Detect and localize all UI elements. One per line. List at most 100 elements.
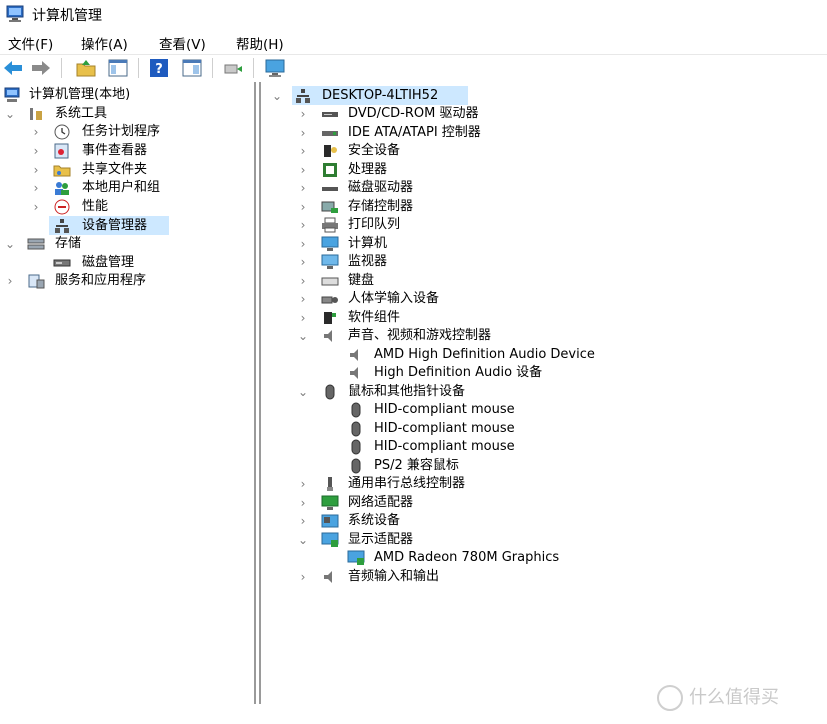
watermark-text: 什么值得买	[689, 687, 779, 708]
category-label: 键盘	[348, 273, 375, 288]
scan-hardware-icon[interactable]	[222, 57, 244, 79]
chevron-down-icon[interactable]: ⌄	[4, 235, 16, 253]
chevron-down-icon[interactable]: ⌄	[297, 531, 309, 549]
tree-device-manager-label: 设备管理器	[82, 218, 148, 233]
chevron-right-icon[interactable]: ›	[297, 272, 309, 290]
device-tree: ⌄ DESKTOP-4LTIH52 › DVD/CD-ROM 驱动器 › IDE…	[259, 82, 827, 704]
users-icon	[55, 182, 69, 195]
watermark-logo-icon	[657, 685, 683, 711]
device-item-label: HID-compliant mouse	[374, 402, 515, 417]
menu-view[interactable]: 查看(V)	[159, 33, 206, 53]
event-viewer-icon	[54, 143, 69, 159]
mouse-icon	[351, 439, 361, 455]
chevron-right-icon[interactable]: ›	[297, 494, 309, 512]
toolbar-separator	[61, 58, 62, 78]
device-item-label: PS/2 兼容鼠标	[374, 458, 459, 473]
chevron-right-icon[interactable]: ›	[297, 105, 309, 123]
ide-controller-icon	[322, 131, 338, 136]
chevron-right-icon[interactable]: ›	[297, 235, 309, 253]
chevron-right-icon[interactable]: ›	[297, 512, 309, 530]
help-icon[interactable]: ?	[148, 57, 170, 79]
category-label: 网络适配器	[348, 495, 414, 510]
category-label: 安全设备	[348, 143, 401, 158]
storage-icon	[27, 238, 45, 250]
dvd-drive-icon	[322, 112, 338, 117]
chevron-right-icon[interactable]: ›	[30, 142, 42, 160]
chevron-right-icon[interactable]: ›	[30, 123, 42, 141]
chevron-right-icon[interactable]: ›	[297, 290, 309, 308]
hid-icon	[321, 296, 338, 304]
category-label: 音频输入和输出	[348, 569, 440, 584]
chevron-right-icon[interactable]: ›	[297, 568, 309, 586]
chevron-right-icon[interactable]: ›	[297, 216, 309, 234]
device-item-label: HID-compliant mouse	[374, 439, 515, 454]
chevron-down-icon[interactable]: ⌄	[4, 105, 16, 123]
back-arrow-icon[interactable]	[2, 57, 24, 79]
security-device-icon	[324, 145, 337, 157]
tree-local-users-label: 本地用户和组	[82, 180, 161, 195]
services-icon	[28, 274, 45, 289]
tree-services-apps-label: 服务和应用程序	[55, 273, 147, 288]
category-label: 声音、视频和游戏控制器	[348, 328, 492, 343]
computer-icon	[321, 236, 339, 251]
speaker-icon	[350, 349, 358, 361]
device-item-label: HID-compliant mouse	[374, 421, 515, 436]
computer-management-icon	[6, 5, 24, 22]
device-item-label: High Definition Audio 设备	[374, 365, 543, 380]
up-folder-icon[interactable]	[75, 57, 97, 79]
tree-event-viewer-label: 事件查看器	[82, 143, 148, 158]
network-adapter-icon	[321, 495, 339, 510]
device-item-label: AMD High Definition Audio Device	[374, 347, 595, 362]
chevron-right-icon[interactable]: ›	[297, 124, 309, 142]
monitor-icon[interactable]	[264, 57, 286, 79]
chevron-right-icon[interactable]: ›	[30, 198, 42, 216]
tree-shared-folders-label: 共享文件夹	[82, 162, 148, 177]
chevron-down-icon[interactable]: ⌄	[297, 383, 309, 401]
computer-management-icon	[4, 87, 20, 102]
category-label: 处理器	[348, 162, 388, 177]
tree-task-scheduler-label: 任务计划程序	[82, 124, 161, 139]
speaker-icon	[350, 367, 358, 379]
category-label: 计算机	[348, 236, 388, 251]
keyboard-icon	[321, 277, 339, 286]
category-label: 打印队列	[348, 217, 401, 232]
watermark: 什么值得买	[657, 683, 779, 711]
toolbar: ?	[0, 54, 827, 82]
system-device-icon	[321, 514, 339, 528]
menu-file[interactable]: 文件(F)	[8, 33, 53, 53]
tree-disk-management-label: 磁盘管理	[82, 255, 135, 270]
category-label: 鼠标和其他指针设备	[348, 384, 466, 399]
chevron-right-icon[interactable]: ›	[297, 309, 309, 327]
processor-icon	[323, 163, 337, 177]
chevron-down-icon[interactable]: ⌄	[297, 327, 309, 345]
device-root-label: DESKTOP-4LTIH52	[322, 88, 439, 103]
show-hide-tree-icon[interactable]	[107, 57, 129, 79]
chevron-right-icon[interactable]: ›	[4, 272, 16, 290]
tree-root-label: 计算机管理(本地)	[29, 87, 131, 102]
menu-action[interactable]: 操作(A)	[81, 33, 128, 53]
display-adapter-icon	[347, 550, 365, 565]
chevron-right-icon[interactable]: ›	[297, 475, 309, 493]
console-tree: 计算机管理(本地) ⌄ 系统工具 › 任务计划程序 › 事件查看器 › 共享文件…	[0, 82, 256, 704]
chevron-right-icon[interactable]: ›	[297, 142, 309, 160]
properties-pane-icon[interactable]	[181, 57, 203, 79]
chevron-right-icon[interactable]: ›	[297, 179, 309, 197]
disk-drive-icon	[322, 187, 338, 191]
chevron-down-icon[interactable]: ⌄	[271, 87, 283, 105]
category-label: 显示适配器	[348, 532, 414, 547]
category-label: DVD/CD-ROM 驱动器	[348, 106, 479, 121]
mouse-icon	[351, 421, 361, 437]
chevron-right-icon[interactable]: ›	[297, 161, 309, 179]
chevron-right-icon[interactable]: ›	[30, 161, 42, 179]
performance-icon	[54, 199, 70, 215]
toolbar-separator	[138, 58, 139, 78]
menu-help[interactable]: 帮助(H)	[236, 33, 284, 53]
mouse-icon	[325, 384, 335, 400]
chevron-right-icon[interactable]: ›	[297, 253, 309, 271]
category-label: 监视器	[348, 254, 388, 269]
toolbar-separator	[253, 58, 254, 78]
printer-icon	[322, 217, 338, 233]
forward-arrow-icon[interactable]	[30, 57, 52, 79]
chevron-right-icon[interactable]: ›	[30, 179, 42, 197]
chevron-right-icon[interactable]: ›	[297, 198, 309, 216]
